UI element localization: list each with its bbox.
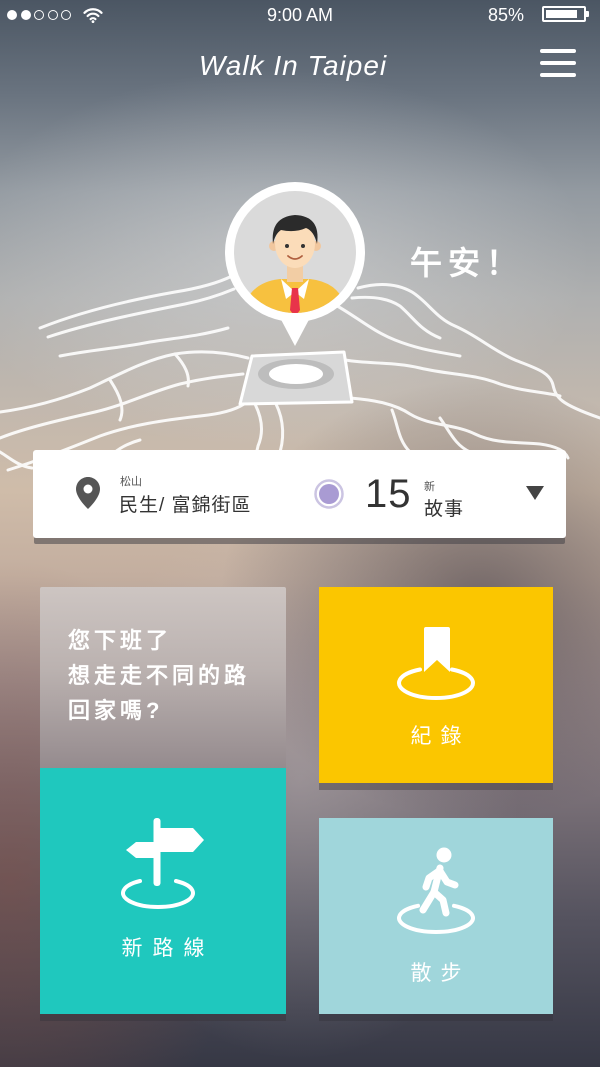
menu-line: [540, 61, 576, 65]
triangle-down-icon[interactable]: [525, 485, 545, 501]
story-label: 故事: [424, 499, 465, 520]
battery-icon: [542, 6, 589, 22]
signal-dot: [7, 10, 17, 20]
new-route-label: 新路線: [121, 937, 215, 960]
greeting-text: 午安！: [410, 245, 525, 281]
signal-dot: [61, 10, 71, 20]
prompt-text: 您下班了 想走走不同的路 回家嗎?: [68, 623, 250, 728]
prompt-line: 想走走不同的路: [68, 663, 251, 688]
battery-fill: [546, 10, 577, 18]
signpost-icon: [121, 818, 204, 909]
area-label: 民生/ 富錦街區: [119, 495, 252, 516]
menu-line: [540, 73, 576, 77]
battery-percentage: 85%: [488, 5, 525, 25]
prompt-line: 您下班了: [68, 628, 173, 653]
wifi-icon: [83, 8, 103, 23]
signal-dot: [47, 10, 58, 20]
hamburger-menu-icon[interactable]: [540, 49, 576, 79]
menu-line: [540, 49, 576, 53]
status-time: 9:00 AM: [266, 5, 334, 25]
prompt-line: 回家嗎?: [68, 698, 164, 723]
record-label: 紀錄: [410, 725, 471, 748]
location-marker-center: [269, 364, 323, 384]
story-count: 15: [365, 472, 412, 516]
signal-dot: [34, 10, 44, 20]
district-label: 松山: [120, 476, 142, 488]
user-avatar-icon[interactable]: [225, 182, 365, 352]
status-bar: 9:00 AM 85%: [0, 0, 600, 32]
walk-tile[interactable]: 散步: [319, 818, 553, 1014]
prompt-tile: 您下班了 想走走不同的路 回家嗎?: [40, 587, 286, 768]
new-route-tile[interactable]: 新路線: [40, 768, 286, 1014]
app-screen: 9:00 AM 85% Walk In Taipei 午安！ 松山 民生/ 富錦…: [0, 0, 600, 1067]
location-card[interactable]: 松山 民生/ 富錦街區 15 新 故事: [33, 450, 566, 538]
bookmark-icon: [397, 627, 475, 701]
location-pin-icon: [76, 477, 100, 509]
app-title: Walk In Taipei: [198, 50, 388, 81]
signal-dot: [20, 10, 31, 20]
walk-label: 散步: [410, 962, 471, 985]
record-tile[interactable]: 紀錄: [319, 587, 553, 783]
story-new-label: 新: [424, 481, 435, 493]
purple-dot-icon: [314, 479, 344, 509]
signal-dots-icon: [7, 10, 71, 21]
